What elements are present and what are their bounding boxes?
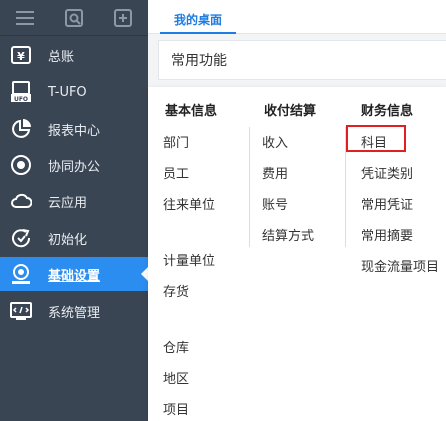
card-title: 常用功能 xyxy=(171,53,227,69)
svg-text:UFO: UFO xyxy=(14,96,28,103)
report-icon xyxy=(9,117,33,141)
sidebar-item-cloud-apps[interactable]: 云应用 xyxy=(0,184,148,218)
sidebar-item-label: 报表中心 xyxy=(48,123,101,139)
menu-link-expense[interactable]: 费用 xyxy=(262,163,288,182)
settings-icon xyxy=(9,262,33,286)
sidebar-item-system-admin[interactable]: 系统管理 xyxy=(0,294,148,328)
init-icon xyxy=(9,226,33,250)
menu-link-subject[interactable]: 科目 xyxy=(361,132,387,151)
menu-link-department[interactable]: 部门 xyxy=(163,132,189,151)
sidebar-item-label: 初始化 xyxy=(48,232,88,248)
search-icon[interactable] xyxy=(49,0,98,36)
sidebar-item-label: 协同办公 xyxy=(48,159,101,175)
menu-link-partner[interactable]: 往来单位 xyxy=(163,194,215,213)
menu-link-voucher-type[interactable]: 凭证类别 xyxy=(361,163,413,182)
menu-link-project[interactable]: 项目 xyxy=(163,399,189,418)
sidebar-item-label: 基础设置 xyxy=(48,268,101,284)
sidebar-toolbar xyxy=(0,0,148,36)
add-icon[interactable] xyxy=(98,0,147,36)
column-heading-payment-settlement: 收付结算 xyxy=(264,104,317,119)
menu-link-cash-flow-item[interactable]: 现金流量项目 xyxy=(361,256,439,275)
settings-dropdown-panel: 基本信息 收付结算 财务信息 部门 员工 往来单位 计量单位 存货 仓库 地区 … xyxy=(148,87,446,421)
cloud-icon xyxy=(9,189,33,213)
sidebar-item-ledger[interactable]: ¥ 总账 xyxy=(0,38,148,72)
tab-bar: 我的桌面 xyxy=(148,0,446,34)
sidebar-item-label: T-UFO xyxy=(48,84,87,100)
menu-link-employee[interactable]: 员工 xyxy=(163,163,189,182)
svg-text:¥: ¥ xyxy=(17,50,25,63)
menu-link-warehouse[interactable]: 仓库 xyxy=(163,337,189,356)
menu-link-region[interactable]: 地区 xyxy=(163,368,189,387)
menu-link-common-summary[interactable]: 常用摘要 xyxy=(361,225,413,244)
menu-link-inventory[interactable]: 存货 xyxy=(163,281,189,300)
common-functions-card: 常用功能 xyxy=(158,40,446,80)
menu-link-settlement-method[interactable]: 结算方式 xyxy=(262,225,314,244)
column-heading-financial-info: 财务信息 xyxy=(361,104,414,119)
menu-link-common-voucher[interactable]: 常用凭证 xyxy=(361,194,413,213)
sidebar-item-basic-settings[interactable]: 基础设置 xyxy=(0,257,149,291)
tab-my-desktop[interactable]: 我的桌面 xyxy=(160,6,237,34)
sidebar-item-collab[interactable]: 协同办公 xyxy=(0,148,148,182)
sidebar-item-label: 系统管理 xyxy=(48,305,101,321)
sidebar-item-label: 总账 xyxy=(48,49,75,65)
ledger-icon: ¥ xyxy=(9,43,33,67)
column-divider xyxy=(249,127,250,247)
column-heading-basic-info: 基本信息 xyxy=(165,104,218,119)
ufo-icon: UFO xyxy=(9,80,33,104)
sidebar-item-report-center[interactable]: 报表中心 xyxy=(0,112,148,146)
collab-icon xyxy=(9,153,33,177)
menu-link-account-number[interactable]: 账号 xyxy=(262,194,288,213)
sidebar-item-label: 云应用 xyxy=(48,195,88,211)
menu-link-unit-of-measure[interactable]: 计量单位 xyxy=(163,250,215,269)
sidebar-item-tufo[interactable]: UFO T-UFO xyxy=(0,75,148,109)
menu-link-income[interactable]: 收入 xyxy=(262,132,288,151)
menu-icon[interactable] xyxy=(0,0,49,36)
sidebar: ¥ 总账 UFO T-UFO 报表中心 协同办公 云应用 初始化 基础设置 系统… xyxy=(0,0,149,421)
sidebar-item-init[interactable]: 初始化 xyxy=(0,221,148,255)
system-icon xyxy=(9,299,33,323)
